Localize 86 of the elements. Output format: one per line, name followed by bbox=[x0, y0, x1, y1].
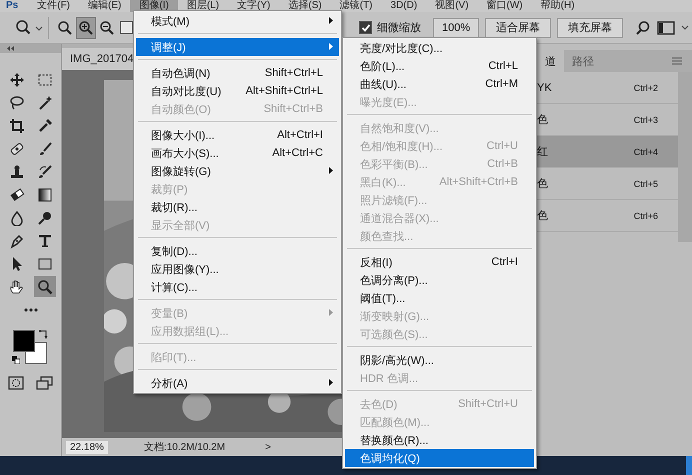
shortcut-text: Alt+Shift+Ctrl+L bbox=[246, 85, 324, 97]
shortcut-text: Ctrl+4 bbox=[634, 146, 658, 156]
menu-item[interactable]: 色调分离(P)... bbox=[345, 271, 534, 289]
shortcut-text: Shift+Ctrl+U bbox=[458, 398, 519, 410]
ellipsis-icon bbox=[24, 308, 38, 312]
menu-title[interactable]: 滤镜(T) bbox=[330, 0, 382, 12]
collapse-icon[interactable] bbox=[6, 46, 14, 51]
zoom-level[interactable]: 22.18% bbox=[66, 440, 108, 454]
menu-item[interactable]: 复制(D)... bbox=[136, 242, 339, 260]
checkbox[interactable] bbox=[120, 21, 133, 34]
swap-arrow-icon[interactable] bbox=[38, 330, 48, 339]
screen-mode-icon[interactable] bbox=[36, 376, 54, 390]
menu-item[interactable]: 阴影/高光(W)... bbox=[345, 351, 534, 369]
hand-icon bbox=[8, 278, 24, 294]
shortcut-text: Alt+Ctrl+I bbox=[277, 129, 324, 141]
quick-mask-icon[interactable] bbox=[8, 376, 24, 390]
shortcut-text: Ctrl+6 bbox=[634, 210, 658, 220]
lasso-icon bbox=[8, 94, 24, 110]
menu-icon[interactable] bbox=[672, 57, 682, 65]
document-info: 文档:10.2M/10.2M bbox=[144, 440, 226, 454]
shortcut-text: Ctrl+B bbox=[487, 158, 519, 170]
rectangle-icon bbox=[36, 256, 52, 272]
marquee-icon bbox=[36, 72, 52, 88]
checkbox-label: 细微缩放 bbox=[377, 20, 421, 35]
gradient-icon bbox=[36, 186, 52, 202]
shortcut-text: Ctrl+L bbox=[488, 60, 519, 72]
channel-row[interactable]: 红 Ctrl+4 bbox=[537, 136, 678, 168]
status-menu-arrow[interactable]: > bbox=[265, 442, 271, 452]
history-brush-icon bbox=[36, 164, 52, 180]
default-colors-icon[interactable] bbox=[12, 356, 20, 364]
menu-title[interactable]: 3D(D) bbox=[382, 0, 426, 12]
option-button[interactable]: 适合屏幕 bbox=[485, 18, 552, 38]
shortcut-text: Alt+Shift+Ctrl+B bbox=[439, 176, 519, 188]
app-logo[interactable]: Ps bbox=[0, 0, 28, 12]
scrollbar[interactable] bbox=[678, 72, 692, 242]
menu-title[interactable]: 编辑(E) bbox=[79, 0, 130, 12]
option-button[interactable]: 填充屏幕 bbox=[557, 18, 624, 38]
zoom-icon[interactable] bbox=[14, 18, 44, 36]
menu-item[interactable]: 裁切(R)... bbox=[136, 198, 339, 216]
eyedropper-icon bbox=[36, 118, 52, 134]
drop-icon bbox=[8, 210, 24, 226]
shortcut-text: Ctrl+3 bbox=[634, 114, 658, 124]
menu-item[interactable]: 图像大小(I)... Alt+Ctrl+I bbox=[136, 126, 339, 144]
stamp-icon bbox=[8, 164, 24, 180]
shortcut-text: Ctrl+I bbox=[491, 256, 519, 268]
workspace-icon[interactable] bbox=[657, 20, 692, 36]
pen-icon bbox=[8, 232, 24, 248]
shortcut-text: Shift+Ctrl+B bbox=[264, 103, 324, 115]
search-icon[interactable] bbox=[635, 20, 652, 36]
panel-tab[interactable]: 道 bbox=[537, 50, 564, 72]
type-icon bbox=[36, 232, 52, 248]
magic-wand-icon bbox=[36, 94, 52, 110]
zoom-icon bbox=[36, 278, 52, 294]
menu-item[interactable]: 计算(C)... bbox=[136, 278, 339, 296]
menu-item[interactable]: 画布大小(S)... Alt+Ctrl+C bbox=[136, 144, 339, 162]
shortcut-text: Ctrl+2 bbox=[634, 82, 658, 92]
move-icon bbox=[8, 72, 24, 88]
dodge-icon bbox=[36, 210, 52, 226]
menu-item[interactable]: 色调均化(Q) bbox=[345, 449, 534, 467]
shortcut-text: Alt+Ctrl+C bbox=[272, 147, 324, 159]
tool-button[interactable] bbox=[34, 276, 56, 297]
checkbox[interactable] bbox=[359, 21, 372, 34]
shortcut-text: Ctrl+U bbox=[486, 140, 519, 152]
menu-item[interactable]: 阈值(T)... bbox=[345, 289, 534, 307]
menu-title[interactable]: 视图(V) bbox=[426, 0, 478, 12]
menu-title[interactable]: 图层(L) bbox=[178, 0, 228, 12]
menu-item[interactable]: 替换颜色(R)... bbox=[345, 431, 534, 449]
menu-item[interactable]: 色阶(L)... Ctrl+L bbox=[345, 57, 534, 75]
shortcut-text: Ctrl+M bbox=[485, 78, 519, 90]
color-swatches-drawing[interactable] bbox=[12, 330, 46, 364]
menu-item[interactable]: 分析(A) bbox=[136, 374, 339, 392]
zoom-in-button[interactable] bbox=[76, 16, 96, 38]
menu-title[interactable]: 选择(S) bbox=[279, 0, 331, 12]
shortcut-text: Ctrl+5 bbox=[634, 178, 658, 188]
menu-item[interactable]: 自动对比度(U) Alt+Shift+Ctrl+L bbox=[136, 82, 339, 100]
option-button[interactable]: 100% bbox=[433, 18, 480, 38]
menu-item[interactable]: 曲线(U)... Ctrl+M bbox=[345, 75, 534, 93]
menu-item[interactable]: 应用图像(Y)... bbox=[136, 260, 339, 278]
menu-item[interactable]: 调整(J) bbox=[136, 38, 339, 56]
shortcut-text: Shift+Ctrl+L bbox=[264, 67, 324, 79]
menu-title[interactable]: 帮助(H) bbox=[532, 0, 584, 12]
menu-item[interactable]: 反相(I) Ctrl+I bbox=[345, 253, 534, 271]
menu-item[interactable]: 亮度/对比度(C)... bbox=[345, 39, 534, 57]
menu-item[interactable]: 模式(M) bbox=[136, 12, 339, 30]
crop-icon bbox=[8, 118, 24, 134]
menu-item[interactable]: 图像旋转(G) bbox=[136, 162, 339, 180]
